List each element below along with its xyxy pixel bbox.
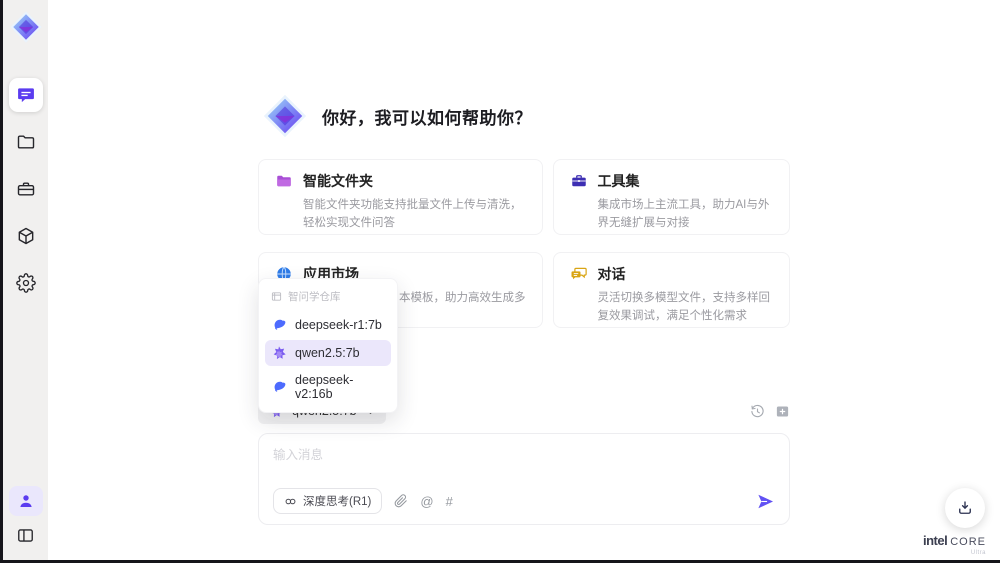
- model-option-deepseek-v2[interactable]: deepseek-v2:16b: [265, 368, 391, 406]
- greeting-row: 你好，我可以如何帮助你？: [258, 93, 790, 139]
- deepseek-icon: [274, 319, 286, 330]
- new-chat-icon[interactable]: [775, 404, 790, 419]
- brand-core-text: CORE: [950, 536, 986, 548]
- hash-icon[interactable]: #: [446, 495, 453, 508]
- toolset-icon: [571, 175, 586, 187]
- send-button[interactable]: [756, 492, 775, 511]
- input-actions: 深度思考(R1) @ #: [273, 488, 775, 514]
- sidebar-item-collapse[interactable]: [9, 520, 43, 550]
- brand-ultra-text: Ultra: [970, 550, 986, 556]
- send-icon: [758, 494, 774, 508]
- deep-think-toggle[interactable]: 深度思考(R1): [273, 488, 383, 514]
- card-title: 工具集: [597, 173, 640, 189]
- download-icon: [959, 501, 971, 514]
- attachment-icon[interactable]: [394, 494, 408, 508]
- folder-icon: [17, 135, 34, 149]
- briefcase-icon: [17, 182, 34, 196]
- library-icon: [271, 292, 282, 301]
- model-option-deepseek-r1[interactable]: deepseek-r1:7b: [265, 312, 391, 338]
- card-desc: 集成市场上主流工具，助力AI与外界无缝扩展与对接: [597, 199, 770, 229]
- app-window: 你好，我可以如何帮助你？ 智能文件夹 智能文件夹功能支持批量文件上传与清洗，轻松…: [0, 0, 1000, 563]
- cube-icon: [18, 227, 33, 245]
- card-desc: 智能文件夹功能支持批量文件上传与清洗，轻松实现文件问答: [303, 199, 522, 229]
- model-option-label: qwen2.5:7b: [295, 346, 360, 360]
- card-toolset[interactable]: 工具集 集成市场上主流工具，助力AI与外界无缝扩展与对接: [552, 159, 790, 235]
- model-option-qwen[interactable]: qwen2.5:7b: [265, 340, 391, 366]
- dialog-icon: [571, 267, 587, 280]
- model-dropdown: 智问学仓库 deepseek-r1:7b qwen2.5:7b deepseek…: [258, 278, 398, 413]
- assistant-logo-icon: [263, 94, 307, 138]
- brand-intel-text: intel: [922, 533, 948, 548]
- card-title: 智能文件夹: [303, 173, 373, 189]
- gear-icon: [15, 273, 36, 293]
- card-smart-folder[interactable]: 智能文件夹 智能文件夹功能支持批量文件上传与清洗，轻松实现文件问答: [258, 159, 543, 235]
- download-button[interactable]: [945, 488, 985, 528]
- sidebar-item-user[interactable]: [8, 486, 43, 516]
- app-logo-icon: [9, 11, 42, 43]
- intel-core-logo: intel CORE Ultra: [923, 534, 986, 556]
- chat-input-box: 深度思考(R1) @ #: [258, 433, 790, 525]
- chat-actions: [750, 404, 790, 419]
- model-option-label: deepseek-r1:7b: [295, 318, 382, 332]
- panel-toggle-icon: [18, 528, 33, 542]
- message-input[interactable]: [273, 444, 775, 466]
- card-desc: 灵活切换多模型文件，支持多样回复效果调试，满足个性化需求: [597, 292, 771, 322]
- sidebar-item-models[interactable]: [9, 219, 43, 253]
- sidebar-nav: [8, 78, 43, 300]
- chat-icon: [17, 88, 34, 103]
- deep-think-label: 深度思考(R1): [303, 496, 372, 508]
- sidebar: [3, 0, 48, 560]
- sidebar-item-chat[interactable]: [8, 78, 43, 112]
- screen-bezel-left: [0, 0, 3, 563]
- smart-folder-icon: [277, 175, 291, 187]
- deepseek-icon: [274, 381, 286, 392]
- model-dropdown-header: 智问学仓库: [265, 285, 391, 310]
- model-option-label: deepseek-v2:16b: [295, 373, 354, 401]
- deepthink-icon: [285, 498, 296, 504]
- history-icon[interactable]: [750, 404, 765, 419]
- sidebar-item-folders[interactable]: [9, 125, 43, 159]
- sidebar-item-toolbox[interactable]: [9, 172, 43, 206]
- main-area: 你好，我可以如何帮助你？ 智能文件夹 智能文件夹功能支持批量文件上传与清洗，轻松…: [48, 0, 1000, 560]
- card-dialog[interactable]: 对话 灵活切换多模型文件，支持多样回复效果调试，满足个性化需求: [552, 252, 790, 328]
- qwen-icon: [273, 346, 286, 360]
- model-dropdown-header-label: 智问学仓库: [288, 291, 341, 303]
- mention-icon[interactable]: @: [420, 495, 433, 508]
- user-icon: [19, 495, 32, 507]
- sidebar-bottom: [8, 486, 43, 550]
- greeting-text: 你好，我可以如何帮助你？: [322, 108, 532, 128]
- sidebar-item-settings[interactable]: [9, 266, 43, 300]
- card-title: 对话: [597, 266, 626, 282]
